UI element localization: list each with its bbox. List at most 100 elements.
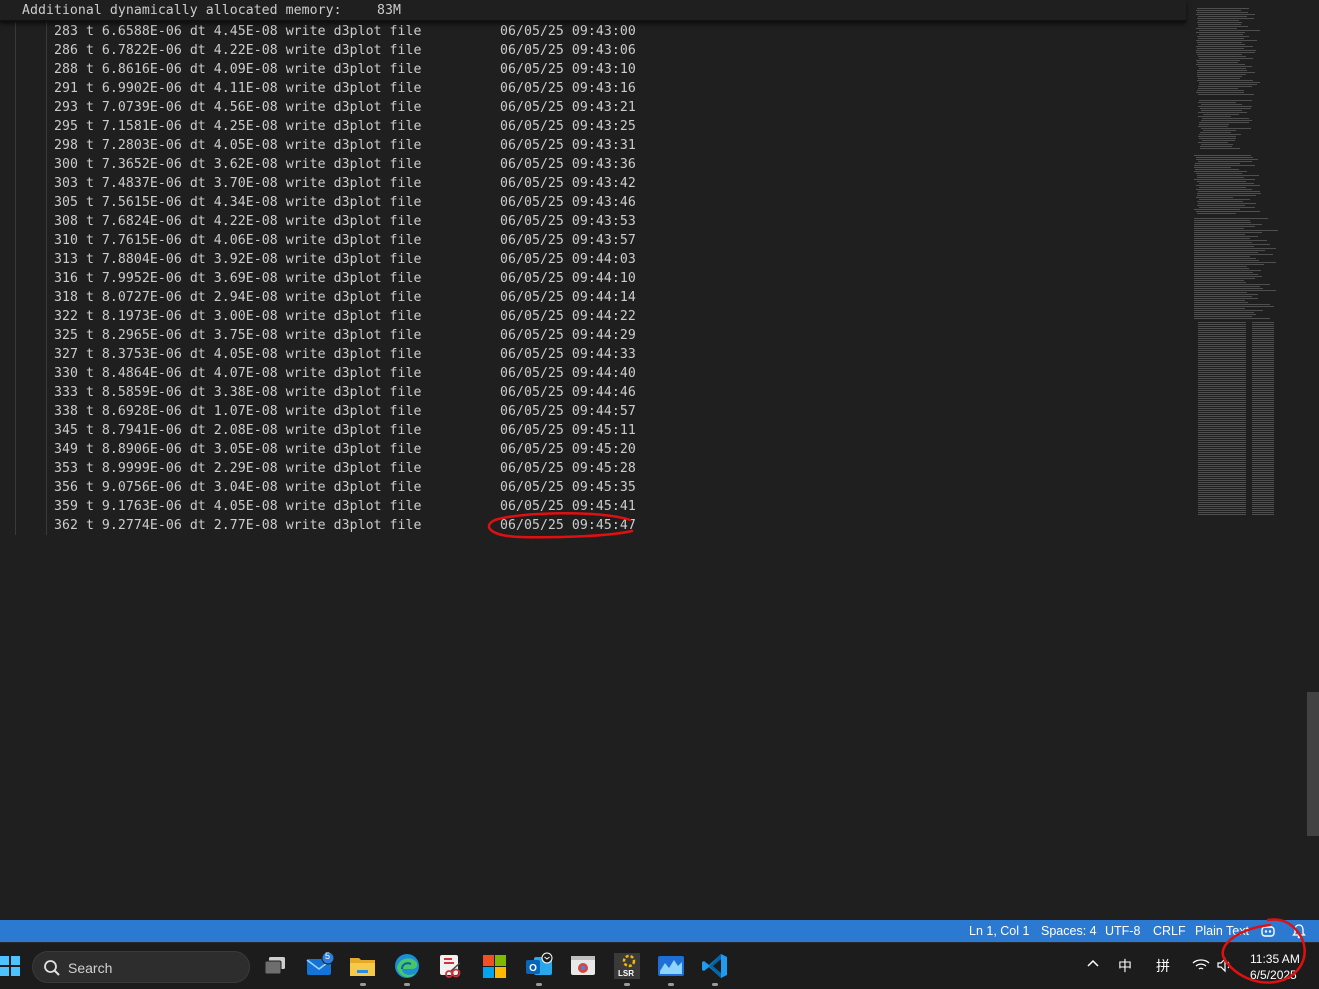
editor-line[interactable]: 356 t 9.0756E-06 dt 3.04E-08 write d3plo… xyxy=(0,478,1186,497)
minimap-line xyxy=(1199,84,1257,85)
wifi-icon[interactable] xyxy=(1192,957,1210,978)
ime-mode-indicator[interactable]: 拼 xyxy=(1156,956,1170,976)
microsoft-store-icon[interactable] xyxy=(480,951,510,981)
minimap-line xyxy=(1194,256,1250,257)
task-view-icon[interactable] xyxy=(261,951,291,981)
minimap-line xyxy=(1252,350,1274,351)
edge-browser-icon[interactable] xyxy=(392,951,422,981)
log-entry-text: 362 t 9.2774E-06 dt 2.77E-08 write d3plo… xyxy=(54,518,422,533)
editor-text-lines[interactable]: 283 t 6.6588E-06 dt 4.45E-08 write d3plo… xyxy=(0,22,1186,535)
outlook-icon[interactable]: O xyxy=(524,951,554,981)
minimap-line xyxy=(1252,412,1274,413)
editor-line[interactable]: 349 t 8.8906E-06 dt 3.05E-08 write d3plo… xyxy=(0,440,1186,459)
minimap-line xyxy=(1198,26,1248,27)
editor-line[interactable]: 345 t 8.7941E-06 dt 2.08E-08 write d3plo… xyxy=(0,421,1186,440)
indentation-setting[interactable]: Spaces: 4 xyxy=(1041,924,1097,938)
minimap-line xyxy=(1198,374,1246,375)
editor-line[interactable]: 322 t 8.1973E-06 dt 3.00E-08 write d3plo… xyxy=(0,307,1186,326)
minimap-line xyxy=(1198,344,1246,345)
editor-pane[interactable]: Additional dynamically allocated memory:… xyxy=(0,0,1319,920)
minimap-line xyxy=(1197,205,1245,206)
editor-line[interactable]: 330 t 8.4864E-06 dt 4.07E-08 write d3plo… xyxy=(0,364,1186,383)
sticky-scroll-line[interactable]: Additional dynamically allocated memory:… xyxy=(0,0,1186,22)
cursor-position[interactable]: Ln 1, Col 1 xyxy=(969,924,1029,938)
minimap-line xyxy=(1198,430,1246,431)
editor-line[interactable]: 359 t 9.1763E-06 dt 4.05E-08 write d3plo… xyxy=(0,497,1186,516)
minimap-line xyxy=(1198,334,1246,335)
clock-date[interactable]: 6/5/2025 xyxy=(1250,968,1297,982)
chevron-up-icon[interactable] xyxy=(1086,957,1100,976)
copilot-icon[interactable] xyxy=(1260,923,1276,942)
editor-line[interactable]: 300 t 7.3652E-06 dt 3.62E-08 write d3plo… xyxy=(0,155,1186,174)
running-indicator xyxy=(712,983,718,986)
minimap-line xyxy=(1198,44,1245,45)
log-entry-timestamp: 06/05/25 09:44:29 xyxy=(500,328,636,343)
log-entry-text: 356 t 9.0756E-06 dt 3.04E-08 write d3plo… xyxy=(54,480,422,495)
log-entry-text: 349 t 8.8906E-06 dt 3.05E-08 write d3plo… xyxy=(54,442,422,457)
minimap-line xyxy=(1252,394,1274,395)
minimap-line xyxy=(1198,394,1246,395)
start-button[interactable] xyxy=(0,956,20,976)
editor-line[interactable]: 291 t 6.9902E-06 dt 4.11E-08 write d3plo… xyxy=(0,79,1186,98)
minimap-line xyxy=(1198,362,1246,363)
editor-line[interactable]: 308 t 7.6824E-06 dt 4.22E-08 write d3plo… xyxy=(0,212,1186,231)
minimap-line xyxy=(1198,382,1246,383)
photos-app-icon[interactable] xyxy=(656,951,686,981)
minimap-line xyxy=(1194,296,1252,297)
editor-line[interactable]: 303 t 7.4837E-06 dt 3.70E-08 write d3plo… xyxy=(0,174,1186,193)
editor-line[interactable]: 353 t 8.9999E-06 dt 2.29E-08 write d3plo… xyxy=(0,459,1186,478)
minimap-line xyxy=(1197,36,1249,37)
minimap-line xyxy=(1199,124,1229,125)
minimap-line xyxy=(1197,12,1248,13)
editor-line[interactable]: 325 t 8.2965E-06 dt 3.75E-08 write d3plo… xyxy=(0,326,1186,345)
language-mode[interactable]: Plain Text xyxy=(1195,924,1249,938)
scrollbar-thumb[interactable] xyxy=(1307,692,1319,836)
editor-line[interactable]: 293 t 7.0739E-06 dt 4.56E-08 write d3plo… xyxy=(0,98,1186,117)
editor-line[interactable]: 338 t 8.6928E-06 dt 1.07E-08 write d3plo… xyxy=(0,402,1186,421)
minimap[interactable] xyxy=(1190,0,1304,920)
editor-line[interactable]: 327 t 8.3753E-06 dt 4.05E-08 write d3plo… xyxy=(0,345,1186,364)
file-explorer-icon[interactable] xyxy=(348,951,378,981)
minimap-line xyxy=(1197,8,1249,9)
editor-line[interactable]: 318 t 8.0727E-06 dt 2.94E-08 write d3plo… xyxy=(0,288,1186,307)
log-entry-timestamp: 06/05/25 09:44:40 xyxy=(500,366,636,381)
editor-line[interactable]: 298 t 7.2803E-06 dt 4.05E-08 write d3plo… xyxy=(0,136,1186,155)
minimap-line xyxy=(1201,104,1242,105)
remote-desktop-icon[interactable] xyxy=(568,951,598,981)
ime-language-indicator[interactable]: 中 xyxy=(1118,956,1132,976)
minimap-line xyxy=(1252,380,1274,381)
bell-icon[interactable] xyxy=(1292,923,1306,942)
minimap-line xyxy=(1252,442,1274,443)
vscode-icon[interactable] xyxy=(700,951,730,981)
eol-setting[interactable]: CRLF xyxy=(1153,924,1186,938)
editor-line[interactable]: 316 t 7.9952E-06 dt 3.69E-08 write d3plo… xyxy=(0,269,1186,288)
lsr-app-icon[interactable]: LSR xyxy=(612,951,642,981)
minimap-line xyxy=(1252,384,1274,385)
minimap-line xyxy=(1199,207,1255,208)
log-entry-timestamp: 06/05/25 09:43:06 xyxy=(500,43,636,58)
minimap-line xyxy=(1199,34,1243,35)
minimap-line xyxy=(1194,318,1270,319)
volume-icon[interactable] xyxy=(1216,957,1234,978)
minimap-line xyxy=(1252,426,1274,427)
snipping-tool-icon[interactable] xyxy=(436,951,466,981)
editor-line[interactable]: 288 t 6.8616E-06 dt 4.09E-08 write d3plo… xyxy=(0,60,1186,79)
editor-line[interactable]: 283 t 6.6588E-06 dt 4.45E-08 write d3plo… xyxy=(0,22,1186,41)
editor-line[interactable]: 305 t 7.5615E-06 dt 4.34E-08 write d3plo… xyxy=(0,193,1186,212)
editor-line[interactable]: 333 t 8.5859E-06 dt 3.38E-08 write d3plo… xyxy=(0,383,1186,402)
editor-line[interactable]: 310 t 7.7615E-06 dt 4.06E-08 write d3plo… xyxy=(0,231,1186,250)
taskbar-search-box[interactable]: Search xyxy=(32,951,250,983)
editor-line[interactable]: 295 t 7.1581E-06 dt 4.25E-08 write d3plo… xyxy=(0,117,1186,136)
minimap-line xyxy=(1200,108,1251,109)
clock-time[interactable]: 11:35 AM xyxy=(1250,952,1300,966)
minimap-line xyxy=(1194,306,1274,307)
minimap-line xyxy=(1197,195,1256,196)
editor-line[interactable]: 362 t 9.2774E-06 dt 2.77E-08 write d3plo… xyxy=(0,516,1186,535)
minimap-line xyxy=(1199,187,1246,188)
editor-line[interactable]: 313 t 7.8804E-06 dt 3.92E-08 write d3plo… xyxy=(0,250,1186,269)
minimap-line xyxy=(1198,434,1246,435)
windows-logo-icon xyxy=(0,956,20,976)
mail-icon[interactable]: 5 xyxy=(305,951,335,981)
encoding-setting[interactable]: UTF-8 xyxy=(1105,924,1140,938)
editor-line[interactable]: 286 t 6.7822E-06 dt 4.22E-08 write d3plo… xyxy=(0,41,1186,60)
